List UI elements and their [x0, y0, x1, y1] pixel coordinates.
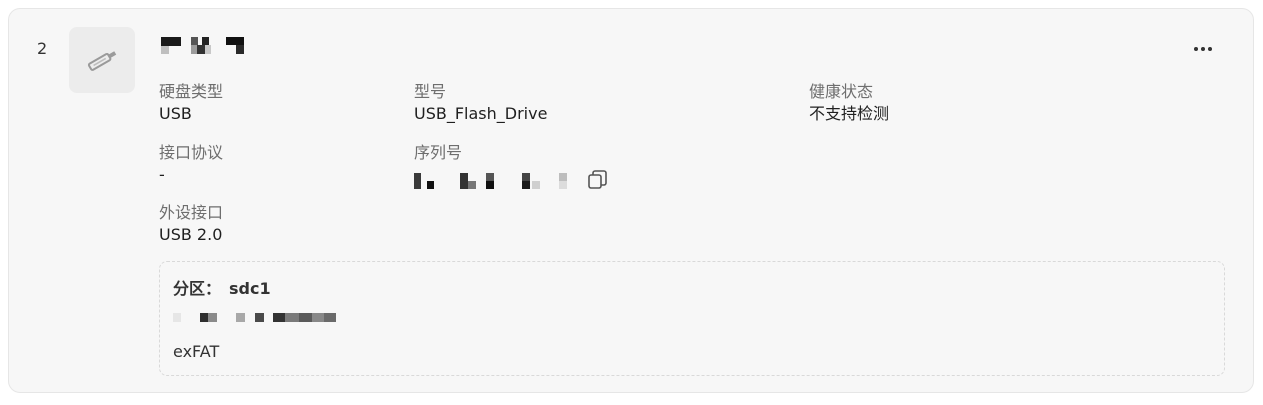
disk-type-field: 硬盘类型 USB	[159, 81, 223, 125]
health-label: 健康状态	[809, 82, 874, 101]
model-label: 型号	[414, 82, 447, 101]
peripheral-value: USB 2.0	[159, 225, 223, 244]
partition-panel: 分区： sdc1 exFAT	[159, 261, 1225, 376]
copy-serial-button[interactable]	[587, 169, 609, 195]
disk-index: 2	[37, 39, 48, 58]
partition-filesystem: exFAT	[173, 342, 220, 361]
model-field: 型号 USB_Flash_Drive	[414, 81, 547, 125]
health-field: 健康状态 不支持检测	[809, 81, 889, 125]
partition-title: 分区： sdc1	[173, 275, 279, 299]
disk-type-label: 硬盘类型	[159, 82, 224, 101]
disk-thumbnail	[69, 27, 135, 93]
interface-value: -	[159, 165, 165, 184]
peripheral-field: 外设接口 USB 2.0	[159, 202, 223, 246]
disk-name-masked	[161, 37, 251, 55]
peripheral-label: 外设接口	[159, 203, 224, 222]
disk-card: 2 硬盘类型 USB 型号 USB_Flash_Drive 健康状态 不支持检测…	[8, 8, 1254, 393]
interface-field: 接口协议 -	[159, 142, 223, 186]
disk-type-value: USB	[159, 104, 192, 123]
serial-field: 序列号	[414, 142, 462, 164]
more-options-button[interactable]	[1193, 35, 1213, 55]
partition-label: 分区：	[173, 279, 222, 298]
health-value: 不支持检测	[809, 104, 890, 123]
copy-icon	[588, 170, 607, 189]
serial-value-masked	[414, 171, 574, 191]
partition-info-masked	[173, 312, 343, 324]
partition-name: sdc1	[229, 279, 271, 298]
interface-label: 接口协议	[159, 143, 224, 162]
serial-label: 序列号	[414, 143, 463, 162]
model-value: USB_Flash_Drive	[414, 104, 548, 123]
usb-drive-icon	[87, 51, 117, 71]
more-horizontal-icon	[1194, 47, 1212, 51]
